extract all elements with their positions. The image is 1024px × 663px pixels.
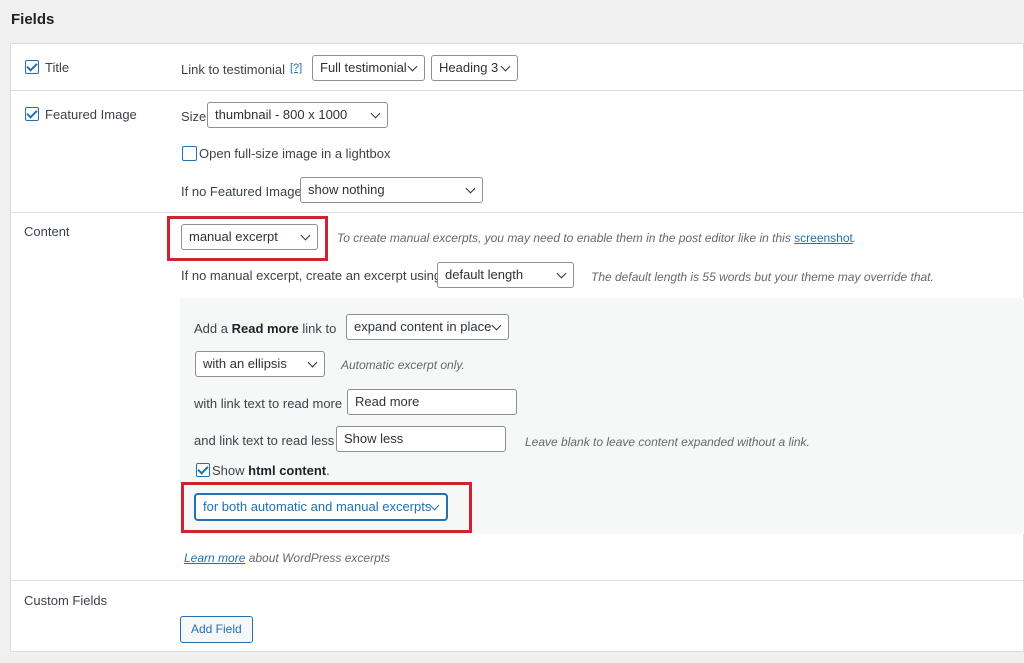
lightbox-label: Open full-size image in a lightbox <box>199 146 391 161</box>
lightbox-checkbox[interactable] <box>182 146 197 161</box>
read-more-label: Add a Read more link to <box>194 321 336 336</box>
image-size-value: thumbnail - 800 x 1000 <box>215 107 348 122</box>
custom-fields-label: Custom Fields <box>24 593 108 608</box>
screenshot-link[interactable]: screenshot <box>794 231 853 245</box>
length-hint: The default length is 55 words but your … <box>591 270 934 284</box>
html-bold: html content <box>248 463 327 478</box>
html-content-label: Show html content. <box>212 463 330 478</box>
learn-more-rest: about WordPress excerpts <box>245 551 391 565</box>
chevron-down-icon <box>465 183 476 194</box>
title-label: Title <box>45 60 70 75</box>
no-excerpt-label: If no manual excerpt, create an excerpt … <box>181 268 442 283</box>
link-to-testimonial-label: Link to testimonial <box>181 62 286 77</box>
image-size-select[interactable]: thumbnail - 800 x 1000 <box>207 102 388 128</box>
manual-excerpt-hint: To create manual excerpts, you may need … <box>337 231 856 245</box>
content-label: Content <box>24 224 70 239</box>
manual-hint-text: To create manual excerpts, you may need … <box>337 231 795 245</box>
link-target-select[interactable]: Full testimonial <box>312 55 425 81</box>
html-pre: Show <box>212 463 249 478</box>
chevron-down-icon <box>370 108 381 119</box>
title-checkbox[interactable] <box>25 60 39 74</box>
ellipsis-select[interactable]: with an ellipsis <box>195 351 325 377</box>
link-target-value: Full testimonial <box>320 60 407 75</box>
no-featured-image-select[interactable]: show nothing <box>300 177 483 203</box>
no-featured-image-value: show nothing <box>308 182 385 197</box>
chevron-down-icon <box>500 61 511 72</box>
ellipsis-hint: Automatic excerpt only. <box>341 358 465 372</box>
size-label: Size <box>181 109 207 124</box>
excerpt-length-value: default length <box>445 267 524 282</box>
read-more-pre: Add a <box>194 321 232 336</box>
highlight-box <box>167 216 328 261</box>
learn-more-line: Learn more about WordPress excerpts <box>184 551 390 565</box>
html-content-checkbox[interactable] <box>196 463 210 477</box>
more-text-label: with link text to read more <box>194 396 343 411</box>
fields-heading: Fields <box>11 11 55 28</box>
chevron-down-icon <box>491 320 502 331</box>
heading-level-value: Heading 3 <box>439 60 499 75</box>
read-less-text-input[interactable]: Show less <box>336 426 506 452</box>
chevron-down-icon <box>407 61 418 72</box>
manual-hint-suffix: . <box>852 231 857 245</box>
read-more-action-value: expand content in place <box>354 319 492 334</box>
add-field-button[interactable]: Add Field <box>180 616 253 643</box>
heading-level-select[interactable]: Heading 3 <box>431 55 518 81</box>
row-divider <box>11 212 1024 213</box>
learn-more-link[interactable]: Learn more <box>184 551 245 565</box>
no-featured-image-label: If no Featured Image <box>181 184 302 199</box>
help-link[interactable]: [?] <box>290 62 302 74</box>
row-divider <box>11 90 1024 91</box>
featured-image-label: Featured Image <box>45 107 137 122</box>
excerpt-length-select[interactable]: default length <box>437 262 574 288</box>
read-more-text-input[interactable]: Read more <box>347 389 517 415</box>
chevron-down-icon <box>556 268 567 279</box>
read-more-bold: Read more <box>231 321 299 336</box>
highlight-box <box>181 482 472 533</box>
read-more-post: link to <box>298 321 337 336</box>
less-text-hint: Leave blank to leave content expanded wi… <box>525 435 810 449</box>
less-text-label: and link text to read less <box>194 433 335 448</box>
chevron-down-icon <box>307 357 318 368</box>
ellipsis-value: with an ellipsis <box>203 356 287 371</box>
row-divider <box>11 580 1024 581</box>
featured-image-checkbox[interactable] <box>25 107 39 121</box>
html-post: . <box>326 463 330 478</box>
read-more-action-select[interactable]: expand content in place <box>346 314 509 340</box>
